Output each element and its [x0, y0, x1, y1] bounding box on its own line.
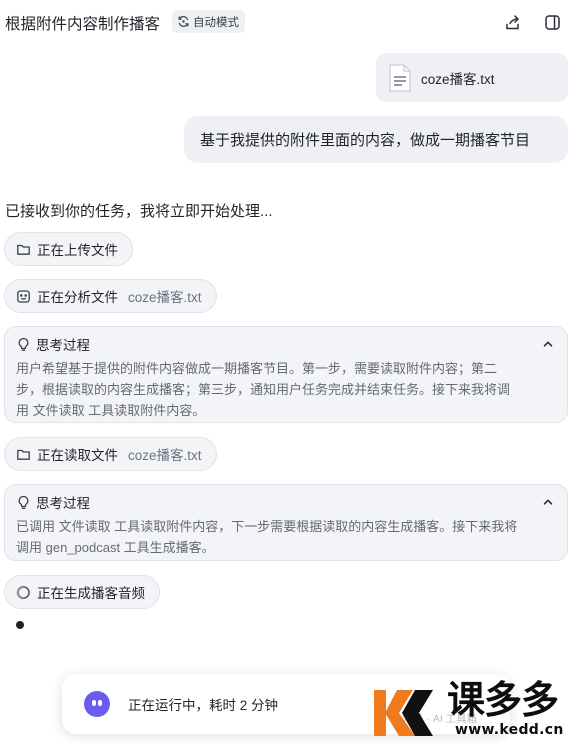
thinking-title: 思考过程 [36, 338, 90, 353]
attachment-file-name: coze播客.txt [421, 71, 495, 87]
chevron-up-icon[interactable] [541, 495, 555, 509]
typing-indicator [16, 621, 24, 629]
step-label: 正在上传文件 [37, 243, 118, 258]
thinking-line: 步，根据读取的内容生成播客；第三步，通知用户任务完成并结束任务。接下来我将调 [16, 382, 511, 397]
step-generate-podcast[interactable]: 正在生成播客音频 [4, 575, 160, 609]
chat-header: 根据附件内容制作播客 自动模式 [0, 0, 573, 44]
folder-icon [17, 449, 30, 460]
thinking-content: 已调用 文件读取 工具读取附件内容，下一步需要根据读取的内容生成播客。接下来我将… [16, 516, 555, 558]
assistant-intro-text: 已接收到你的任务，我将立即开始处理... [5, 203, 273, 220]
bot-avatar-icon [84, 691, 110, 717]
attachment-file-card[interactable]: coze播客.txt [376, 53, 568, 102]
sidebar-panel-icon [544, 14, 560, 30]
thinking-process-card: 思考过程 用户希望基于提供的附件内容做成一期播客节目。第一步，需要读取附件内容；… [4, 326, 568, 423]
lightbulb-icon [18, 337, 29, 351]
thinking-process-card: 思考过程 已调用 文件读取 工具读取附件内容，下一步需要根据读取的内容生成播客。… [4, 484, 568, 561]
thinking-title: 思考过程 [36, 496, 90, 511]
analyze-face-icon [17, 289, 30, 303]
step-upload-file[interactable]: 正在上传文件 [4, 232, 133, 266]
share-icon [505, 14, 519, 29]
thinking-content: 用户希望基于提供的附件内容做成一期播客节目。第一步，需要读取附件内容；第二 步，… [16, 358, 555, 421]
share-button[interactable] [501, 11, 523, 33]
user-message-bubble: 基于我提供的附件里面的内容，做成一期播客节目 [184, 116, 568, 163]
step-label: 正在生成播客音频 [37, 586, 145, 601]
chevron-up-icon[interactable] [541, 337, 555, 351]
auto-mode-label: 自动模式 [193, 16, 239, 29]
auto-mode-icon [178, 16, 189, 27]
auto-mode-badge[interactable]: 自动模式 [172, 10, 245, 33]
watermark-brand: 课多多 [447, 678, 559, 722]
step-label: 正在读取文件 [37, 448, 118, 463]
toggle-panel-button[interactable] [541, 11, 563, 33]
thinking-line: 调用 gen_podcast 工具生成播客。 [16, 540, 215, 555]
lightbulb-icon [18, 495, 29, 509]
thinking-line: 用 文件读取 工具读取附件内容。 [16, 403, 206, 418]
step-label: 正在分析文件 [37, 290, 118, 305]
step-file-name: coze播客.txt [128, 290, 202, 305]
running-status-text: 正在运行中，耗时 2 分钟 [128, 698, 279, 713]
step-read-file[interactable]: 正在读取文件 coze播客.txt [4, 437, 217, 471]
folder-icon [17, 244, 30, 255]
text-file-icon [389, 63, 411, 92]
watermark-domain: www.kedd.cn [455, 722, 564, 738]
thinking-line: 已调用 文件读取 工具读取附件内容，下一步需要根据读取的内容生成播客。接下来我将 [16, 519, 518, 534]
kedd-logo-icon [374, 690, 433, 736]
spinner-icon [16, 585, 30, 599]
page-title: 根据附件内容制作播客 [5, 16, 161, 33]
thinking-line: 用户希望基于提供的附件内容做成一期播客节目。第一步，需要读取附件内容；第二 [16, 361, 498, 376]
step-file-name: coze播客.txt [128, 448, 202, 463]
step-analyze-file[interactable]: 正在分析文件 coze播客.txt [4, 279, 217, 313]
